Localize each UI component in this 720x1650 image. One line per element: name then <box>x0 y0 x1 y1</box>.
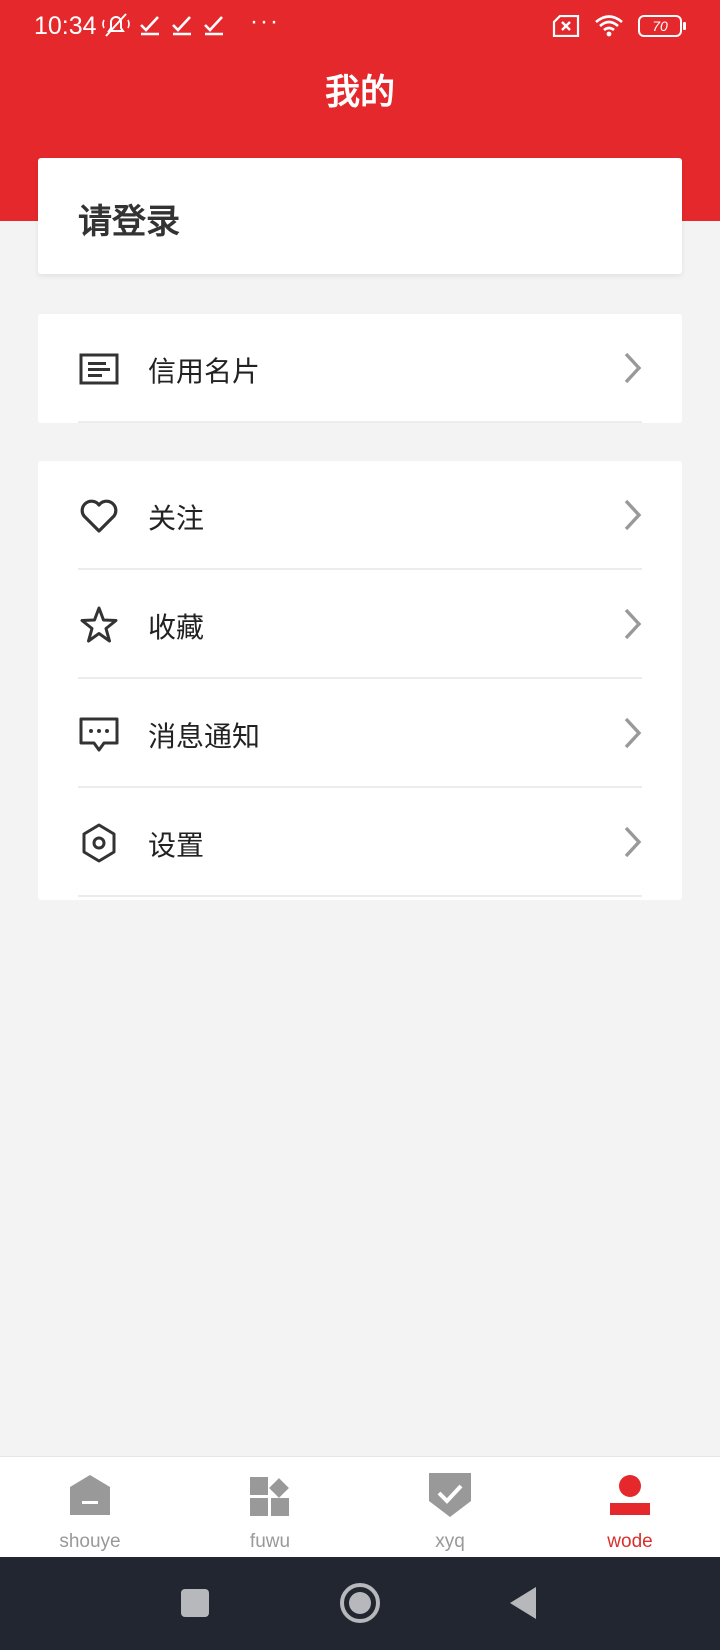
check-download-icon <box>140 16 159 36</box>
message-icon <box>79 717 119 752</box>
settings-icon <box>82 823 116 863</box>
menu-label: 消息通知 <box>148 720 261 753</box>
nav-label: xyq <box>435 1531 465 1552</box>
battery-level: 70 <box>652 18 668 34</box>
status-bar: 10:34 ··· 70 <box>0 0 720 56</box>
divider <box>78 421 642 423</box>
menu-label: 信用名片 <box>148 355 261 388</box>
check-download-icon <box>172 16 191 36</box>
service-grid-icon <box>250 1477 289 1516</box>
star-icon <box>80 606 118 643</box>
menu-label: 设置 <box>148 829 205 862</box>
system-nav-bar <box>0 1557 720 1650</box>
home-icon <box>70 1475 110 1515</box>
person-icon <box>610 1475 650 1515</box>
shield-check-icon <box>429 1473 471 1517</box>
more-notifications-icon: ··· <box>250 8 280 35</box>
status-time: 10:34 <box>34 12 97 40</box>
nav-tab-xyq[interactable]: xyq <box>360 1457 540 1558</box>
login-prompt[interactable]: 请登录 <box>78 194 180 243</box>
nav-tab-service[interactable]: fuwu <box>180 1457 360 1558</box>
menu-item-settings[interactable]: 设置 <box>38 788 682 897</box>
menu-item-notifications[interactable]: 消息通知 <box>38 679 682 788</box>
battery-icon: 70 <box>638 15 686 37</box>
menu-item-favorites[interactable]: 收藏 <box>38 570 682 679</box>
no-sim-icon <box>552 15 580 37</box>
chevron-right-icon <box>624 826 642 858</box>
nav-label: shouye <box>59 1531 121 1552</box>
menu-group-credit: 信用名片 <box>38 314 682 423</box>
nav-tab-mine[interactable]: wode <box>540 1457 720 1558</box>
menu-label: 收藏 <box>148 611 205 644</box>
check-download-icon <box>204 16 223 36</box>
menu-group-main: 关注 收藏 消息通知 设置 <box>38 461 682 900</box>
status-system-icons: 70 <box>552 14 686 38</box>
nav-tab-home[interactable]: shouye <box>0 1457 180 1558</box>
menu-item-follow[interactable]: 关注 <box>38 461 682 570</box>
nav-label: fuwu <box>249 1531 291 1552</box>
home-button-icon[interactable] <box>336 1579 384 1627</box>
nav-label: wode <box>607 1531 653 1552</box>
wifi-icon <box>595 15 623 37</box>
page-title: 我的 <box>324 73 395 113</box>
menu-item-credit-card[interactable]: 信用名片 <box>38 314 682 423</box>
chevron-right-icon <box>624 499 642 531</box>
bottom-nav: shouye fuwu xyq wode <box>0 1456 720 1557</box>
divider <box>78 895 642 897</box>
heart-icon <box>80 499 118 533</box>
card-icon <box>79 353 119 385</box>
status-notification-icons <box>102 12 226 38</box>
chevron-right-icon <box>624 717 642 749</box>
back-icon[interactable] <box>500 1579 548 1627</box>
chevron-right-icon <box>624 352 642 384</box>
muted-bell-icon <box>102 13 130 37</box>
recents-icon[interactable] <box>171 1579 219 1627</box>
menu-label: 关注 <box>148 502 205 535</box>
login-card[interactable]: 请登录 <box>38 158 682 274</box>
chevron-right-icon <box>624 608 642 640</box>
